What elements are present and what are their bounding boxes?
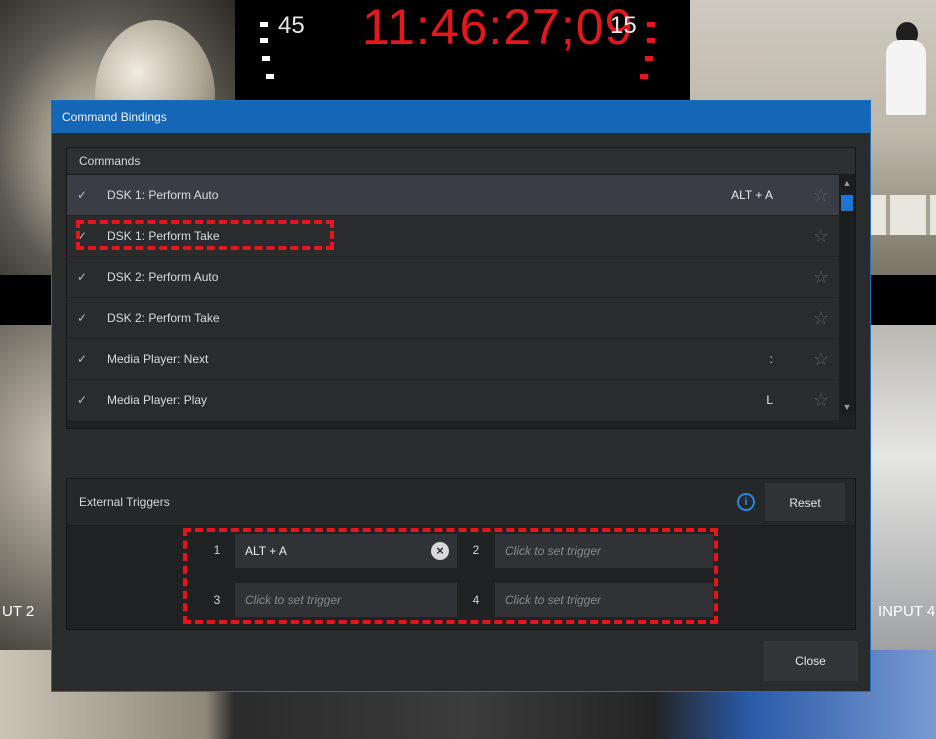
- clock-tick: [262, 56, 270, 61]
- command-row[interactable]: ✓ DSK 2: Perform Take ☆: [67, 298, 839, 339]
- dialog-title: Command Bindings: [52, 101, 870, 133]
- command-shortcut: :: [769, 352, 773, 366]
- close-button[interactable]: Close: [763, 641, 858, 681]
- check-icon: ✓: [77, 352, 88, 366]
- clock-display: 45 11:46:27;09 15: [252, 0, 682, 100]
- external-triggers-title: External Triggers: [79, 495, 170, 509]
- star-icon[interactable]: ☆: [813, 339, 829, 379]
- command-label: DSK 2: Perform Take: [107, 311, 220, 325]
- clock-tick: [260, 38, 268, 43]
- scroll-thumb[interactable]: [841, 195, 853, 211]
- clock-tick: [647, 38, 655, 43]
- annotation-box-command: [76, 220, 334, 250]
- command-shortcut: ALT + A: [731, 188, 773, 202]
- check-icon: ✓: [77, 270, 88, 284]
- clock-tick: [645, 56, 653, 61]
- command-row[interactable]: ✓ DSK 1: Perform Auto ALT + A ☆: [67, 175, 839, 216]
- clock-tick: [647, 22, 655, 27]
- star-icon[interactable]: ☆: [813, 380, 829, 420]
- star-icon[interactable]: ☆: [813, 175, 829, 215]
- info-icon[interactable]: i: [737, 493, 755, 511]
- command-label: Media Player: Play: [107, 393, 208, 407]
- command-row[interactable]: ✓ DSK 2: Perform Auto ☆: [67, 257, 839, 298]
- check-icon: ✓: [77, 188, 88, 202]
- check-icon: ✓: [77, 393, 88, 407]
- commands-scrollbar[interactable]: ▲ ▼: [839, 175, 855, 415]
- commands-panel: Commands ✓ DSK 1: Perform Auto ALT + A ☆…: [66, 147, 856, 429]
- command-row[interactable]: ✓ Media Player: Play L ☆: [67, 380, 839, 421]
- clock-tick: [266, 74, 274, 79]
- command-label: DSK 1: Perform Auto: [107, 188, 219, 202]
- command-label: Media Player: Next: [107, 352, 209, 366]
- person-figure: [886, 40, 926, 115]
- reset-button[interactable]: Reset: [765, 483, 845, 521]
- star-icon[interactable]: ☆: [813, 216, 829, 256]
- command-shortcut: L: [766, 393, 773, 407]
- scroll-down-icon[interactable]: ▼: [839, 399, 855, 415]
- star-icon[interactable]: ☆: [813, 298, 829, 338]
- command-label: DSK 2: Perform Auto: [107, 270, 219, 284]
- input-label-left: UT 2: [2, 603, 35, 620]
- command-row[interactable]: ✓ Media Player: Next : ☆: [67, 339, 839, 380]
- clock-time: 11:46:27;09: [362, 0, 634, 55]
- input-label-right: INPUT 4: [878, 603, 936, 620]
- clock-seconds-right: 15: [610, 12, 637, 39]
- check-icon: ✓: [77, 311, 88, 325]
- clock-tick: [260, 22, 268, 27]
- clock-seconds-left: 45: [278, 12, 305, 39]
- star-icon[interactable]: ☆: [813, 257, 829, 297]
- scroll-up-icon[interactable]: ▲: [839, 175, 855, 191]
- commands-list: ✓ DSK 1: Perform Auto ALT + A ☆ ✓ DSK 1:…: [67, 175, 839, 421]
- clock-tick: [640, 74, 648, 79]
- commands-header: Commands: [67, 148, 855, 175]
- annotation-box-triggers: [183, 528, 718, 624]
